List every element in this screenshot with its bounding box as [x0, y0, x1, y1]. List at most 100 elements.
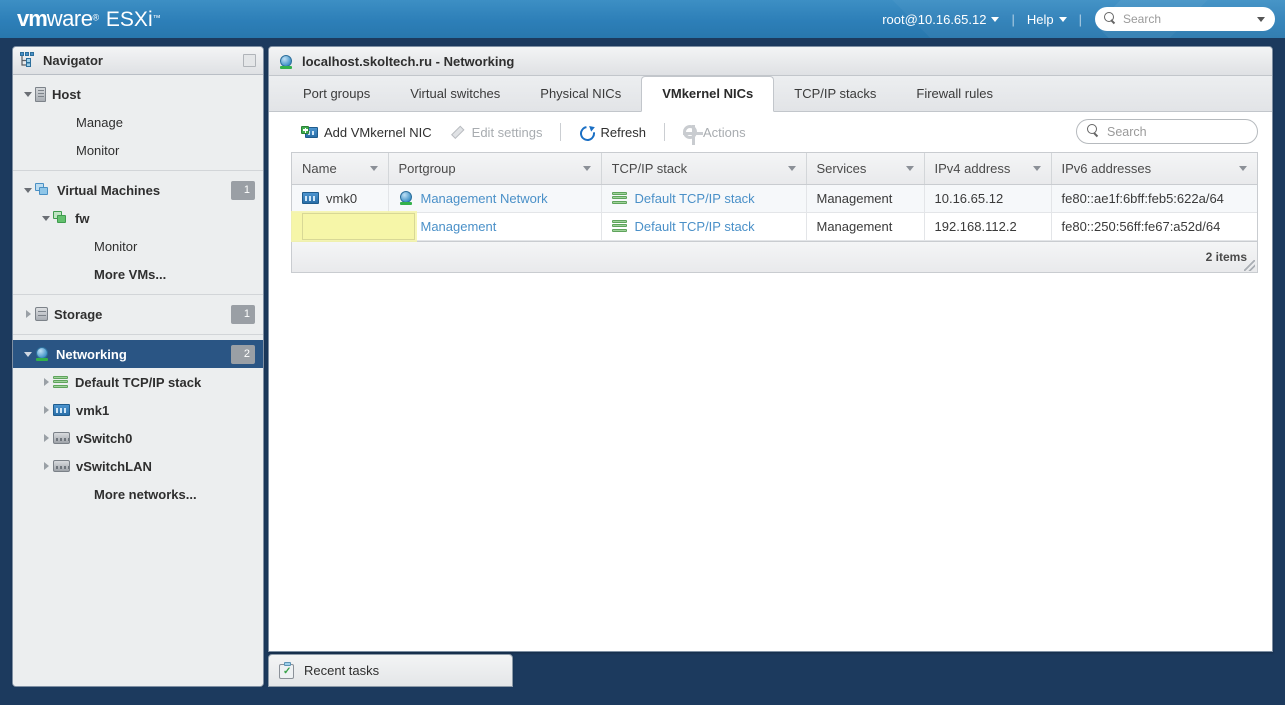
column-header-services[interactable]: Services — [806, 153, 925, 185]
cell-text-services: Management — [816, 190, 893, 206]
navigator-tree-icon — [20, 51, 34, 67]
menu-separator-1: | — [1011, 11, 1015, 27]
chevron-down-icon[interactable] — [1032, 165, 1041, 171]
column-header-content: IPv4 address — [935, 161, 1041, 176]
sidebar-item-vswitchlan[interactable]: vSwitchLAN — [13, 452, 263, 480]
chevron-down-icon[interactable] — [39, 215, 53, 221]
global-search-input[interactable] — [1121, 11, 1246, 27]
networking-icon — [279, 53, 294, 69]
logo-trademark-mark: ™ — [152, 13, 161, 23]
column-header-ipv6-addresses[interactable]: IPv6 addresses — [1051, 153, 1257, 185]
table-row[interactable]: vmk0 Management Network Default TCP/IP sta… — [292, 184, 1257, 213]
sidebar-item-badge: 1 — [231, 180, 255, 200]
item-count: 2 items — [1205, 249, 1247, 264]
chevron-down-icon[interactable] — [21, 351, 35, 357]
tcpip-stack-icon — [611, 219, 628, 233]
table-row[interactable]: vmk1 Management Default TCP/IP stack Manage… — [292, 212, 1257, 241]
cell-text-portgroup[interactable]: Management — [421, 219, 497, 234]
refresh-label: Refresh — [600, 124, 647, 140]
chevron-down-icon[interactable] — [905, 165, 914, 171]
chevron-right-icon[interactable] — [39, 378, 53, 386]
cell-text-tcpip-stack[interactable]: Default TCP/IP stack — [635, 219, 755, 234]
edit-settings-button[interactable]: Edit settings — [442, 119, 553, 145]
global-search[interactable] — [1095, 7, 1275, 31]
networking-icon — [399, 191, 414, 205]
sidebar-item-vmk1[interactable]: vmk1 — [13, 396, 263, 424]
recent-tasks-bar[interactable]: ✓ Recent tasks — [268, 654, 513, 687]
cell-ipv6: fe80::ae1f:6bff:feb5:622a/64 — [1051, 184, 1257, 213]
sidebar-group: Virtual Machines 1 fw Monitor More VMs... — [13, 171, 263, 295]
sidebar-item-label: vSwitchLAN — [76, 458, 152, 474]
cell-text-portgroup[interactable]: Management Network — [421, 191, 548, 206]
chevron-down-icon[interactable] — [21, 187, 35, 193]
chevron-right-icon[interactable] — [21, 310, 35, 318]
tcpip-stack-icon — [611, 191, 628, 205]
chevron-down-icon[interactable] — [582, 165, 591, 171]
column-header-content: Services — [817, 161, 914, 176]
sidebar-item-fw[interactable]: fw — [13, 204, 263, 232]
cell-content: fe80::ae1f:6bff:feb5:622a/64 — [1062, 191, 1248, 206]
cell-content: 10.16.65.12 — [935, 191, 1041, 206]
column-header-content: Portgroup — [399, 161, 591, 176]
tab-firewall-rules[interactable]: Firewall rules — [896, 76, 1013, 111]
sidebar-item-default-tcp-ip-stack[interactable]: Default TCP/IP stack — [13, 368, 263, 396]
sidebar-item-label: vSwitch0 — [76, 430, 133, 446]
chevron-right-icon[interactable] — [39, 462, 53, 470]
storage-icon — [35, 307, 48, 321]
sidebar-item-more-networks[interactable]: More networks... — [13, 480, 263, 508]
refresh-button[interactable]: Refresh — [569, 119, 656, 145]
sidebar-item-badge: 2 — [231, 344, 255, 364]
clipboard-icon: ✓ — [279, 662, 295, 679]
cell-content: fe80::250:56ff:fe67:a52d/64 — [1062, 219, 1248, 234]
tab-tcp-ip-stacks[interactable]: TCP/IP stacks — [774, 76, 896, 111]
chevron-down-icon[interactable] — [1257, 16, 1265, 22]
sidebar-item-virtual-machines[interactable]: Virtual Machines 1 — [13, 176, 263, 204]
resize-grip[interactable] — [1244, 259, 1255, 271]
cell-ipv4: 10.16.65.12 — [924, 184, 1052, 213]
sidebar-item-more-vms[interactable]: More VMs... — [13, 260, 263, 288]
networking-icon — [35, 347, 50, 361]
tab-port-groups[interactable]: Port groups — [283, 76, 390, 111]
chevron-down-icon[interactable] — [369, 165, 378, 171]
tab-physical-nics[interactable]: Physical NICs — [520, 76, 641, 111]
sidebar-item-label: vmk1 — [76, 402, 110, 418]
table-search-input[interactable] — [1105, 123, 1235, 140]
column-header-portgroup[interactable]: Portgroup — [388, 153, 602, 185]
tab-virtual-switches[interactable]: Virtual switches — [390, 76, 520, 111]
chevron-down-icon[interactable] — [21, 91, 35, 97]
sidebar-item-monitor[interactable]: Monitor — [13, 136, 263, 164]
cell-text-tcpip-stack[interactable]: Default TCP/IP stack — [635, 191, 755, 206]
chevron-right-icon[interactable] — [39, 406, 53, 414]
sidebar-item-networking[interactable]: Networking 2 — [13, 340, 263, 368]
logo-registered-mark: ® — [92, 12, 99, 23]
column-header-content: TCP/IP stack — [612, 161, 796, 176]
sidebar-item-manage[interactable]: Manage — [13, 108, 263, 136]
chevron-right-icon[interactable] — [39, 434, 53, 442]
tcpip-stack-icon — [53, 375, 69, 389]
table-footer: 2 items — [292, 240, 1257, 272]
column-header-name[interactable]: Name — [292, 153, 389, 185]
sidebar-item-storage[interactable]: Storage 1 — [13, 300, 263, 328]
help-menu[interactable]: Help — [1020, 12, 1074, 27]
sidebar-item-vswitch0[interactable]: vSwitch0 — [13, 424, 263, 452]
column-header-ipv4-address[interactable]: IPv4 address — [924, 153, 1052, 185]
add-vmkernel-nic-label: Add VMkernel NIC — [324, 124, 432, 140]
add-vmkernel-nic-button[interactable]: Add VMkernel NIC — [291, 119, 442, 145]
cell-tcpip-stack: Default TCP/IP stack — [601, 212, 807, 241]
cell-ipv4: 192.168.112.2 — [924, 212, 1052, 241]
cell-portgroup: Management — [388, 212, 602, 241]
actions-button[interactable]: Actions — [673, 119, 756, 145]
virtual-machines-icon — [35, 183, 51, 197]
column-header-tcp-ip-stack[interactable]: TCP/IP stack — [601, 153, 807, 185]
sidebar-item-host[interactable]: Host — [13, 80, 263, 108]
chevron-down-icon[interactable] — [787, 165, 796, 171]
sidebar-item-monitor[interactable]: Monitor — [13, 232, 263, 260]
collapse-panel-button[interactable] — [243, 54, 256, 67]
chevron-down-icon[interactable] — [1239, 165, 1247, 171]
user-menu[interactable]: root@10.16.65.12 — [875, 12, 1006, 27]
navigator-tree: Host Manage Monitor Virtual Machines 1 fw Moni… — [13, 75, 263, 686]
table-search[interactable] — [1076, 119, 1258, 144]
tab-vmkernel-nics[interactable]: VMkernel NICs — [641, 76, 775, 112]
cell-ipv6: fe80::250:56ff:fe67:a52d/64 — [1051, 212, 1257, 241]
toolbar: Add VMkernel NIC Edit settings Refresh A… — [269, 112, 1272, 152]
